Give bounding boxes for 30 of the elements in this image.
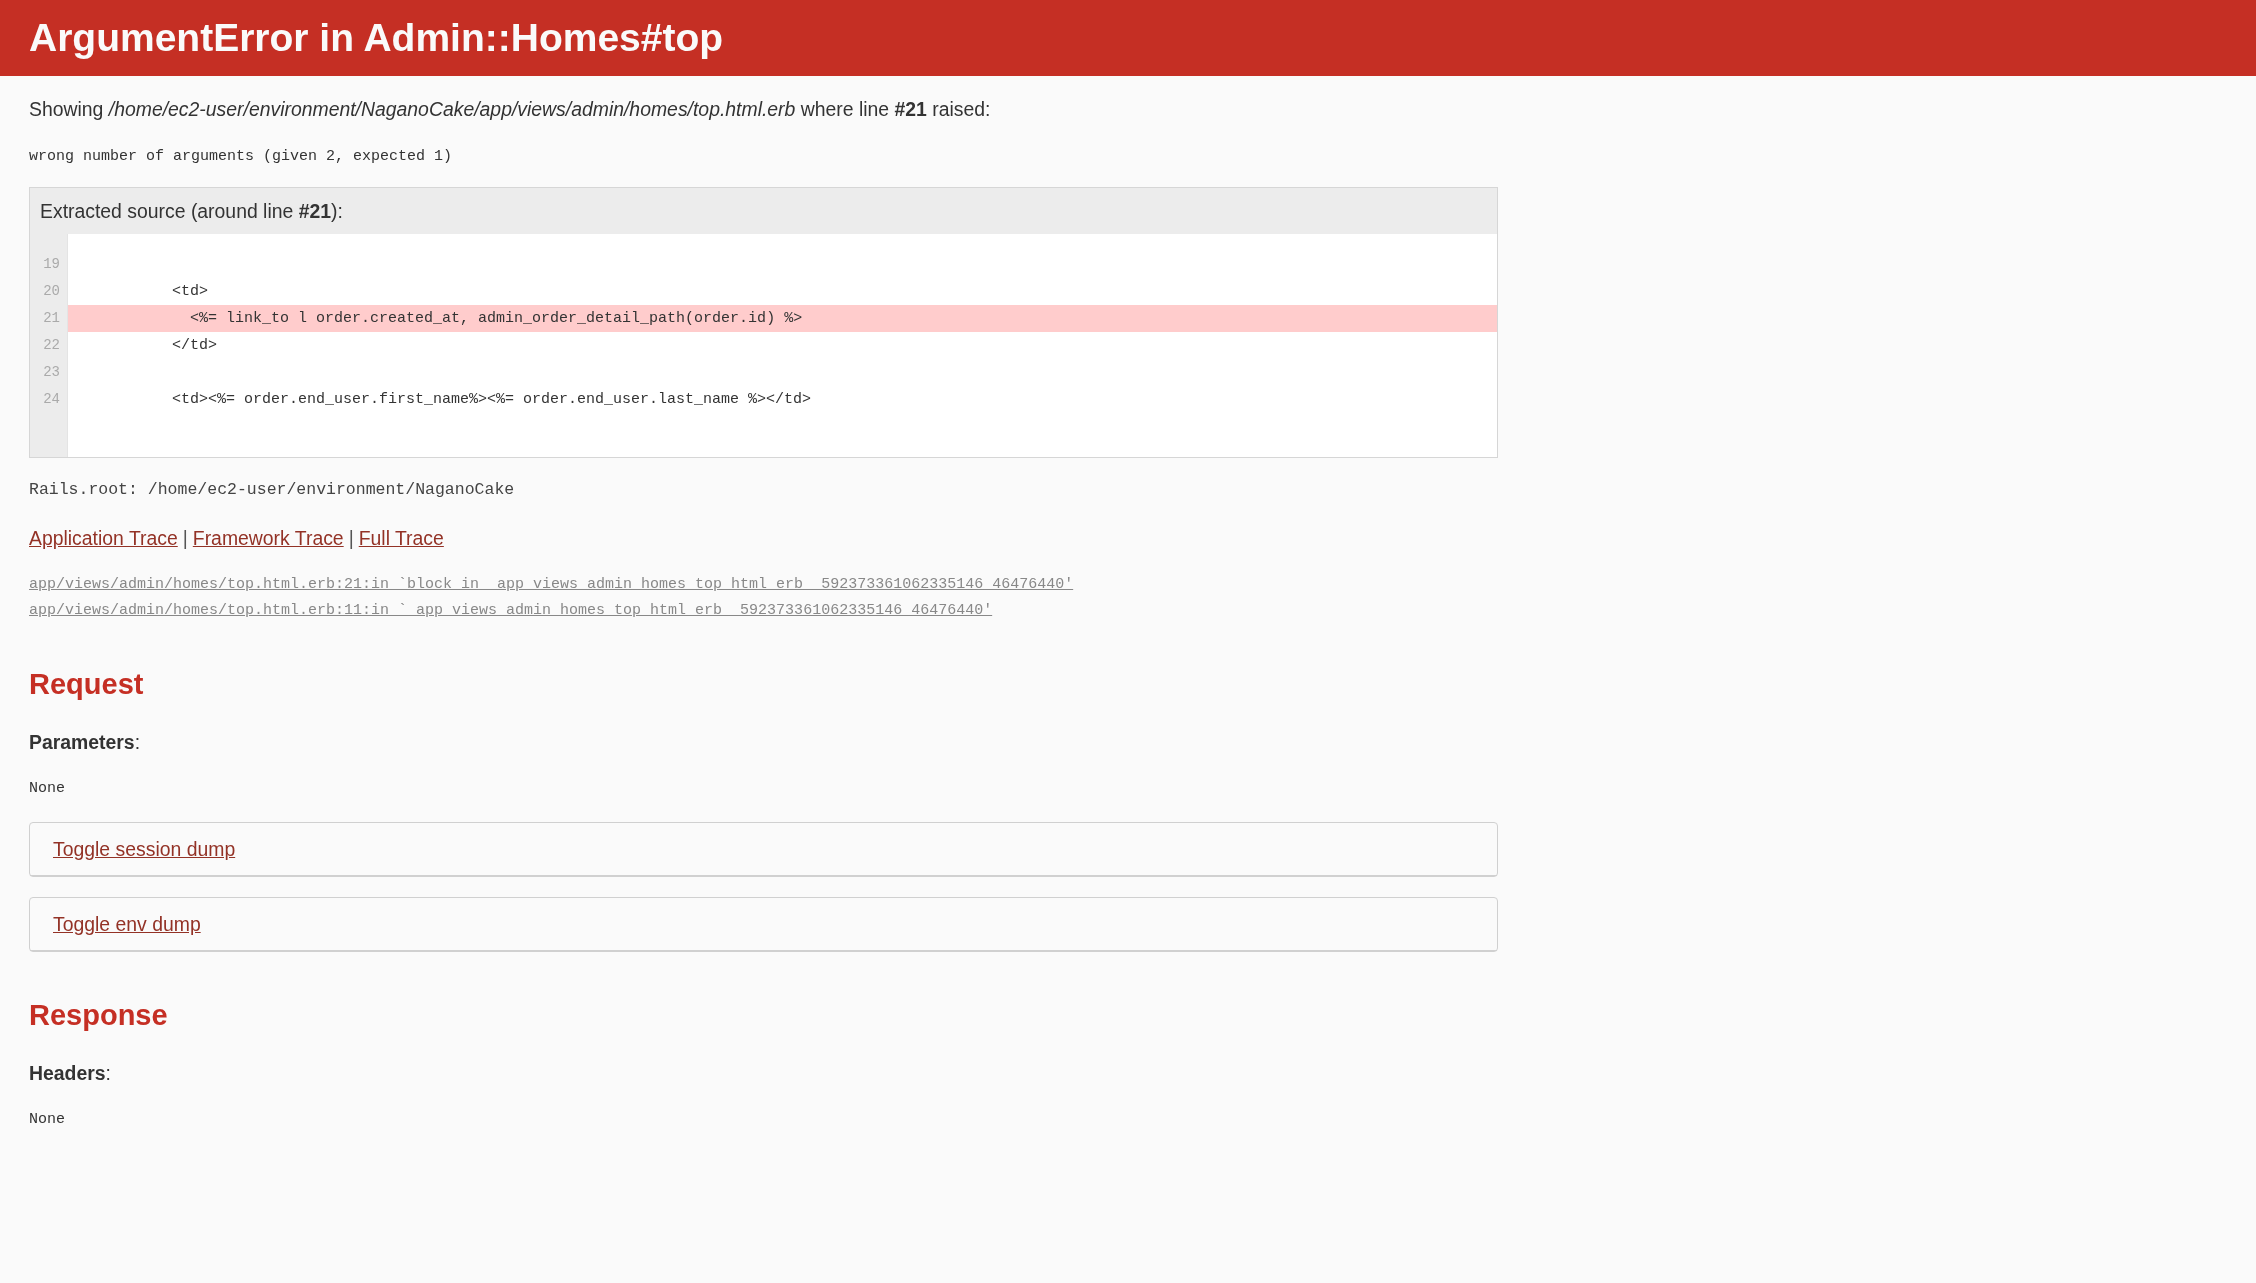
trace-tab-link[interactable]: Full Trace: [358, 525, 444, 551]
section-heading: Request: [29, 667, 144, 702]
error-title: ArgumentError in Admin::Homes#top: [29, 15, 725, 61]
error-location-text: Showing /home/ec2-user/environment/NaganoCake/app/views/admin/homes/top.html.erb where line #21 raised:: [29, 97, 991, 122]
error-message: wrong number of arguments (given 2, expected 1): [29, 147, 453, 167]
line-number: 20: [43, 282, 60, 301]
code-line: </td>: [172, 337, 218, 354]
code-line: <td>: [172, 283, 209, 300]
parameters-label: Parameters:: [29, 730, 141, 755]
toggle-link[interactable]: Toggle session dump: [53, 838, 236, 860]
parameters-value: None: [29, 779, 65, 799]
trace-frame-link[interactable]: app/views/admin/homes/top.html.erb:11:in `_app_views_admin_homes_top_html_erb__592373361062335146_46476440': [29, 602, 993, 619]
line-number: 24: [43, 390, 60, 409]
section-heading: Response: [29, 998, 168, 1033]
source-title: Extracted source (around line #21):: [40, 199, 343, 224]
line-number: 21: [43, 309, 60, 328]
code-line: <%= link_to l order.created_at, admin_order_detail_path(order.id) %>: [190, 310, 803, 327]
separator-text: |: [181, 526, 189, 551]
line-number: 19: [43, 255, 60, 274]
trace-tab-link[interactable]: Framework Trace: [192, 525, 344, 551]
line-number: 23: [43, 363, 60, 382]
separator-text: |: [347, 526, 355, 551]
toggle-link[interactable]: Toggle env dump: [53, 913, 201, 935]
code-line: <td><%= order.end_user.first_name%><%= order.end_user.last_name %></td>: [172, 391, 812, 408]
headers-label: Headers:: [29, 1061, 111, 1086]
trace-frame-link[interactable]: app/views/admin/homes/top.html.erb:21:in `block in _app_views_admin_homes_top_html_erb__592373361062335146_46476440': [29, 576, 1074, 593]
trace-tab-link[interactable]: Application Trace: [29, 525, 178, 551]
rails-root-text: Rails.root: /home/ec2-user/environment/NaganoCake: [29, 479, 515, 501]
headers-value: None: [29, 1110, 65, 1130]
line-number: 22: [43, 336, 60, 355]
